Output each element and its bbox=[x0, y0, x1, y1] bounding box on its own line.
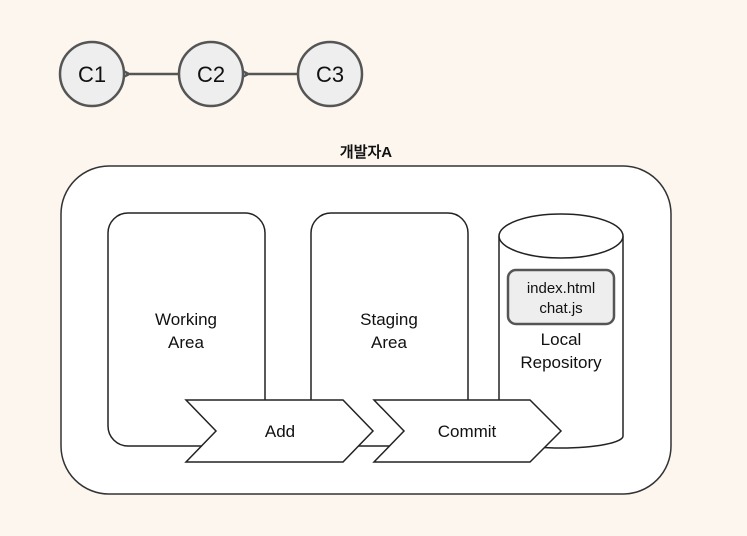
working-area-label-line1: Working bbox=[155, 310, 217, 329]
repository-cylinder-top bbox=[498, 213, 624, 259]
git-diagram: C1 C2 C3 개발자A Working Area Staging Area … bbox=[58, 40, 672, 495]
file-index-html: index.html bbox=[527, 280, 595, 297]
commit-node-c2[interactable]: C2 bbox=[177, 40, 245, 108]
commit-label: C2 bbox=[197, 62, 225, 87]
repository-files-box: index.html chat.js bbox=[506, 268, 616, 326]
commit-node-c1[interactable]: C1 bbox=[58, 40, 126, 108]
commit-label: C1 bbox=[78, 62, 106, 87]
repository-label-line1: Local bbox=[541, 330, 582, 349]
staging-area-label-line2: Area bbox=[371, 333, 407, 352]
commit-label: C3 bbox=[316, 62, 344, 87]
commit-chain: C1 C2 C3 bbox=[58, 40, 364, 108]
add-label: Add bbox=[265, 422, 295, 441]
developer-title: 개발자A bbox=[340, 143, 392, 161]
staging-area-label-line1: Staging bbox=[360, 310, 418, 329]
working-area-label-line2: Area bbox=[168, 333, 204, 352]
repository-label-line2: Repository bbox=[520, 353, 602, 372]
file-chat-js: chat.js bbox=[539, 300, 582, 317]
commit-label: Commit bbox=[438, 422, 497, 441]
commit-node-c3[interactable]: C3 bbox=[296, 40, 364, 108]
